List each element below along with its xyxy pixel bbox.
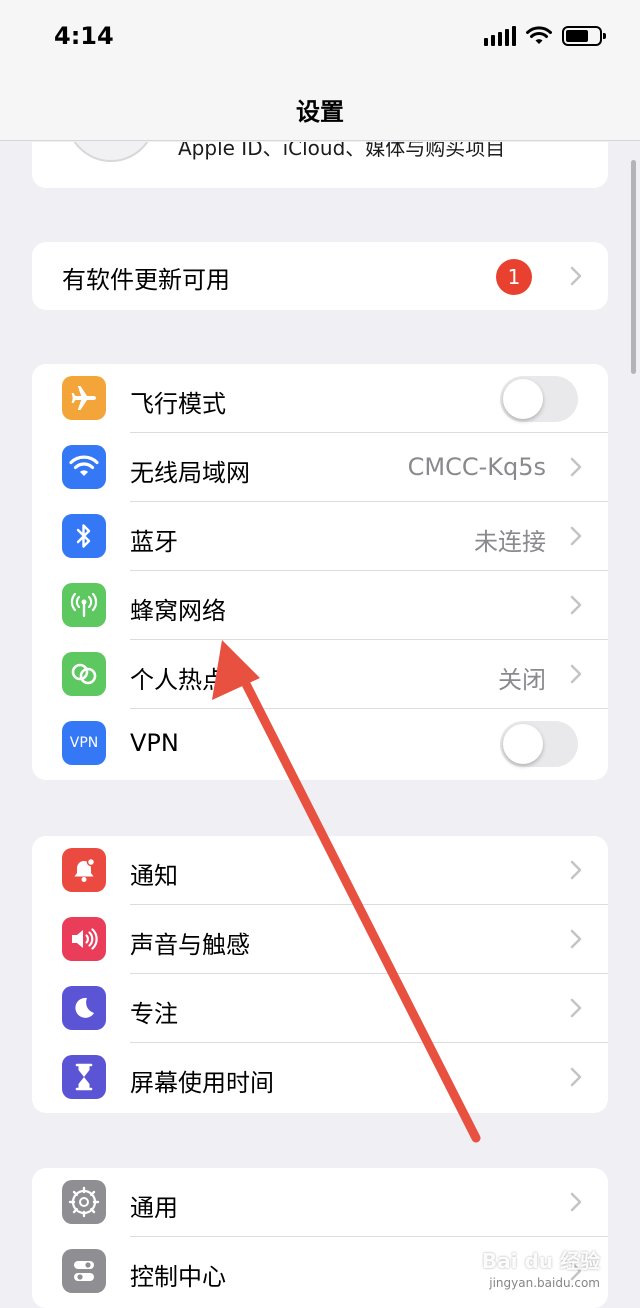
watermark: Bai du 经验 xyxy=(481,1249,600,1273)
watermark-url: jingyan.baidu.com xyxy=(489,1276,600,1290)
annotation-arrow xyxy=(212,640,481,1143)
